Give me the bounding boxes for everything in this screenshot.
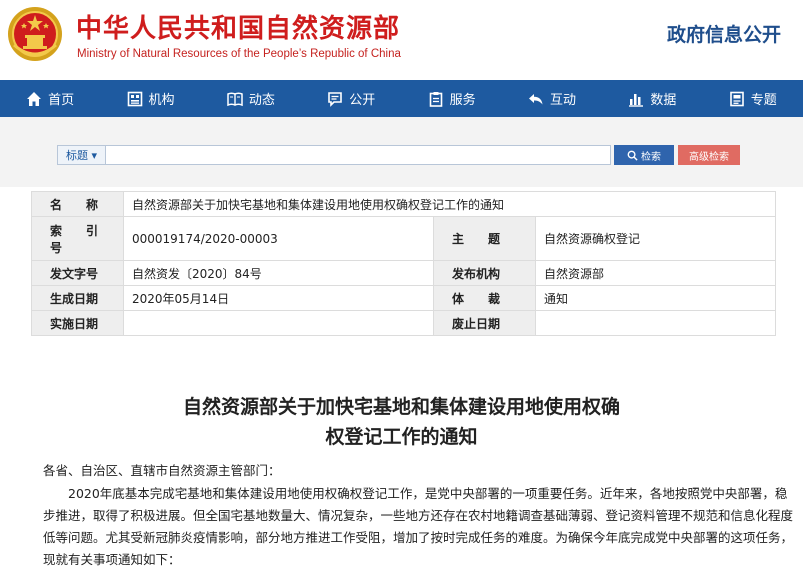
article-title-line: 权登记工作的通知	[325, 426, 478, 448]
effective-date-label: 实施日期	[31, 310, 124, 336]
search-button[interactable]: 检索	[614, 145, 674, 165]
topic-value: 自然资源确权登记	[535, 216, 776, 261]
index-label: 索 引 号	[31, 216, 124, 261]
book-icon	[227, 92, 243, 106]
article-body: 2020年底基本完成宅基地和集体建设用地使用权确权登记工作，是党中央部署的一项重…	[43, 483, 794, 571]
nav-label: 公开	[349, 93, 376, 108]
genre-label: 体 裁	[433, 285, 536, 311]
article-addressee: 各省、自治区、直辖市自然资源主管部门：	[43, 463, 281, 478]
site-subtitle: Ministry of Natural Resources of the Peo…	[77, 48, 401, 60]
nav-label: 首页	[48, 93, 75, 108]
site-title[interactable]: 中华人民共和国自然资源部	[76, 8, 400, 45]
search-bar: 标题 ▾	[57, 145, 611, 165]
nav-label: 数据	[650, 93, 677, 108]
nav-item-org[interactable]: 机构	[100, 80, 200, 117]
body-line: 现就有关事项通知如下：	[43, 552, 181, 567]
genre-value: 通知	[535, 285, 776, 311]
topic-icon	[729, 91, 744, 106]
article-title-line: 自然资源部关于加快宅基地和集体建设用地使用权确	[182, 396, 620, 418]
effective-date-value	[123, 310, 434, 336]
date-label: 生成日期	[31, 285, 124, 311]
nav-label: 互动	[550, 93, 577, 108]
search-icon	[627, 150, 638, 161]
nav-item-open[interactable]: 公开	[301, 80, 401, 117]
home-icon	[27, 91, 42, 106]
issuer-label: 发布机构	[433, 260, 536, 286]
name-value: 自然资源部关于加快宅基地和集体建设用地使用权确权登记工作的通知	[123, 191, 776, 217]
reply-icon	[529, 93, 543, 104]
nav-label: 服务	[449, 93, 476, 108]
issuer-value: 自然资源部	[535, 260, 776, 286]
bar-chart-icon	[629, 93, 644, 107]
org-icon	[127, 91, 142, 106]
date-value: 2020年05月14日	[123, 285, 434, 311]
body-line: 2020年底基本完成宅基地和集体建设用地使用权确权登记工作，是党中央部署的一项重…	[68, 486, 788, 501]
nav-item-topic[interactable]: 专题	[703, 80, 803, 117]
nav-label: 专题	[750, 93, 777, 108]
article-title: 自然资源部关于加快宅基地和集体建设用地使用权确 权登记工作的通知	[0, 392, 803, 452]
site-header: 中华人民共和国自然资源部 Ministry of Natural Resourc…	[0, 0, 803, 80]
nav-label: 动态	[248, 93, 275, 108]
index-value: 000019174/2020-00003	[123, 216, 434, 261]
gov-info-open-title[interactable]: 政府信息公开	[667, 20, 781, 47]
clipboard-icon	[429, 91, 442, 107]
main-nav: 首页 机构 动态 公开 服务 互动 数据 专题	[0, 80, 803, 117]
doc-number-label: 发文字号	[31, 260, 124, 286]
search-button-label: 检索	[641, 151, 661, 163]
doc-number-value: 自然资发〔2020〕84号	[123, 260, 434, 286]
nav-item-news[interactable]: 动态	[201, 80, 301, 117]
name-label: 名 称	[31, 191, 124, 217]
nav-item-data[interactable]: 数据	[602, 80, 702, 117]
search-input[interactable]	[106, 146, 610, 164]
nav-item-home[interactable]: 首页	[0, 80, 100, 117]
national-emblem-icon[interactable]	[6, 5, 64, 63]
document-info-table: 名 称 自然资源部关于加快宅基地和集体建设用地使用权确权登记工作的通知 索 引 …	[31, 191, 776, 336]
advanced-search-button[interactable]: 高级检索	[678, 145, 740, 165]
nav-item-interact[interactable]: 互动	[502, 80, 602, 117]
body-line: 低等问题。尤其受新冠肺炎疫情影响，部分地方推进工作受阻，增加了按时完成任务的难度…	[43, 530, 794, 545]
nav-item-service[interactable]: 服务	[402, 80, 502, 117]
expire-date-value	[535, 310, 776, 336]
chat-icon	[328, 91, 343, 107]
topic-label: 主 题	[433, 216, 536, 261]
expire-date-label: 废止日期	[433, 310, 536, 336]
body-line: 步推进，取得了积极进展。但全国宅基地数量大、情况复杂，一些地方还存在农村地籍调查…	[43, 508, 794, 523]
nav-label: 机构	[148, 93, 175, 108]
search-type-dropdown[interactable]: 标题 ▾	[58, 146, 106, 164]
